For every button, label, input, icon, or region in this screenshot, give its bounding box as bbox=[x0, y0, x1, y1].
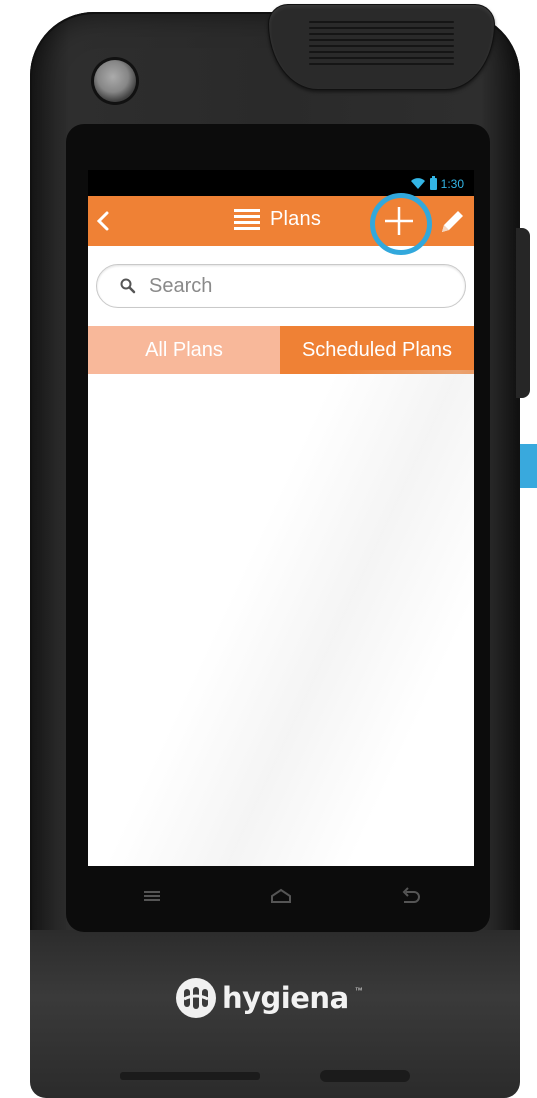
status-time: 1:30 bbox=[440, 177, 464, 191]
wifi-icon bbox=[410, 178, 425, 189]
bottom-port bbox=[120, 1070, 420, 1084]
home-icon[interactable] bbox=[267, 886, 295, 906]
brand-name: hygiena bbox=[222, 981, 349, 1015]
search-placeholder: Search bbox=[149, 274, 213, 297]
plan-tabs: All Plans Scheduled Plans bbox=[88, 326, 474, 374]
tab-all-plans[interactable]: All Plans bbox=[88, 326, 280, 374]
page-title: Plans bbox=[234, 208, 321, 231]
side-accent bbox=[520, 444, 537, 488]
back-arrow-icon[interactable] bbox=[396, 886, 424, 906]
menu-icon[interactable] bbox=[138, 886, 166, 906]
pencil-icon[interactable] bbox=[436, 206, 468, 238]
app-screen: 1:30 Plans Search All Plans Scheduled Pl… bbox=[88, 170, 474, 866]
tab-scheduled-plans[interactable]: Scheduled Plans bbox=[280, 326, 474, 374]
hamburger-icon[interactable] bbox=[234, 209, 260, 230]
system-nav-bar bbox=[88, 866, 474, 926]
brand-trademark: ™ bbox=[354, 986, 363, 995]
device-top-grip bbox=[268, 4, 495, 90]
camera-lens bbox=[94, 60, 136, 102]
status-bar: 1:30 bbox=[88, 170, 474, 196]
side-button[interactable] bbox=[516, 228, 530, 398]
chevron-left-icon[interactable] bbox=[92, 206, 116, 236]
screen-glare bbox=[88, 370, 474, 866]
hygiena-logo: hygiena ™ bbox=[176, 978, 363, 1018]
page-title-text: Plans bbox=[270, 208, 322, 230]
add-button-highlight-ring bbox=[370, 193, 432, 255]
battery-icon bbox=[429, 176, 437, 190]
search-icon bbox=[120, 278, 136, 294]
search-input[interactable]: Search bbox=[96, 264, 466, 308]
hygiena-logo-mark bbox=[176, 978, 216, 1018]
